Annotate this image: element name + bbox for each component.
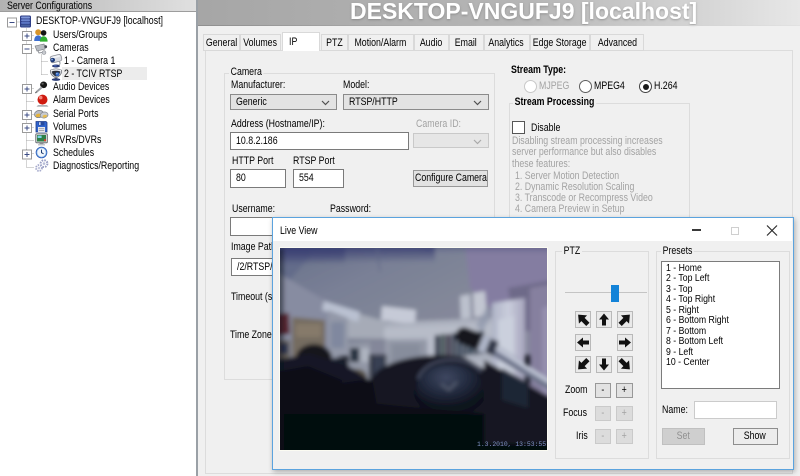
svg-text:1.3.2010, 13:53:55: 1.3.2010, 13:53:55	[477, 441, 546, 448]
